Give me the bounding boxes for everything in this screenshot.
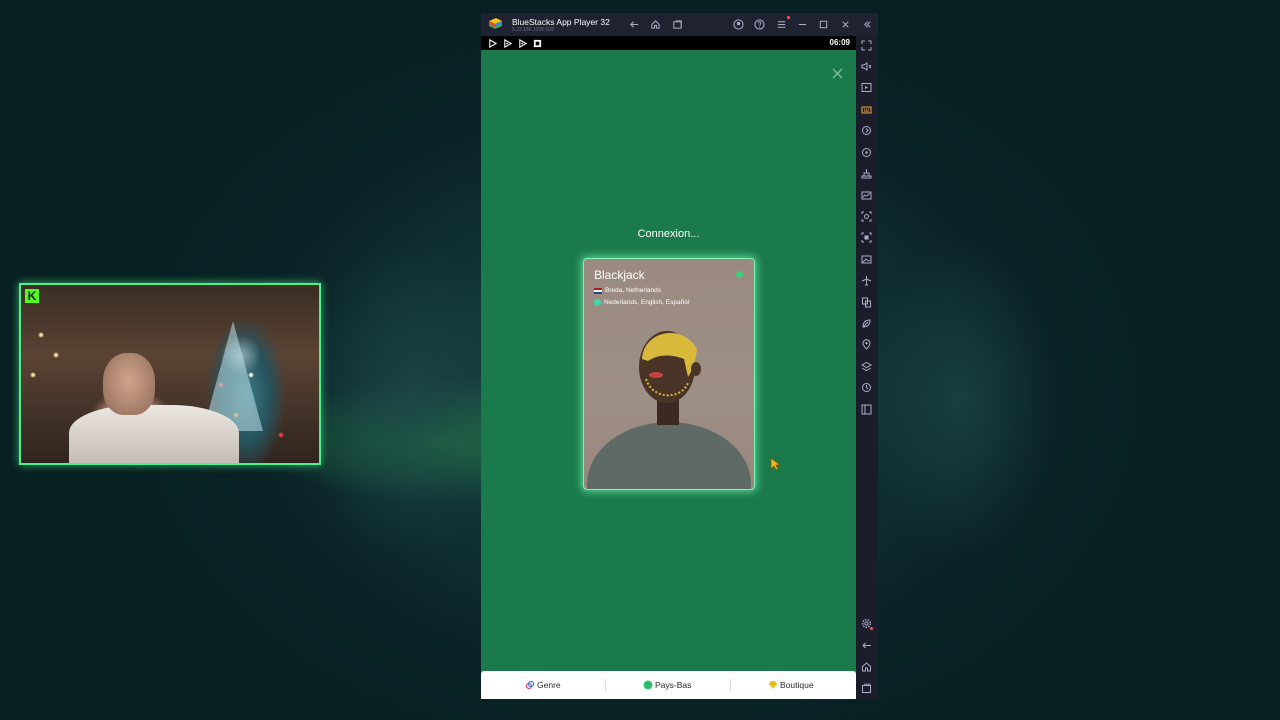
- title-bar: BlueStacks App Player 32 5.22.150.1026 N…: [481, 13, 878, 36]
- sync-icon[interactable]: [861, 147, 872, 158]
- card-location: Breda, Netherlands: [594, 287, 661, 294]
- account-icon[interactable]: [731, 17, 745, 31]
- streamer-body: [69, 405, 239, 463]
- eco-mode-icon[interactable]: [861, 318, 872, 329]
- close-icon[interactable]: [831, 67, 844, 80]
- screenshot-icon[interactable]: [861, 211, 872, 222]
- nav-divider: [605, 679, 606, 691]
- volume-icon[interactable]: [861, 61, 872, 72]
- home-icon[interactable]: [648, 17, 662, 31]
- notification-app-icon: [533, 39, 542, 48]
- home-icon[interactable]: [861, 661, 872, 672]
- macro-icon[interactable]: [861, 382, 872, 393]
- avatar-illustration: [587, 331, 751, 489]
- globe-icon: [643, 680, 653, 690]
- fullscreen-icon[interactable]: [861, 40, 872, 51]
- connecting-text: Connexion...: [637, 228, 700, 240]
- bluestacks-window: BlueStacks App Player 32 5.22.150.1026 N…: [481, 13, 878, 699]
- play-games-icon: [519, 39, 527, 48]
- bottom-navigation: Genre Pays-Bas Boutique: [481, 671, 856, 699]
- install-apk-icon[interactable]: [861, 168, 872, 179]
- menu-icon[interactable]: [774, 17, 788, 31]
- card-title: Blackjack: [594, 268, 645, 282]
- card-languages-text: Nederlands, English, Español: [604, 299, 690, 306]
- partner-card[interactable]: Blackjack Breda, Netherlands Nederlands,…: [583, 258, 755, 490]
- copy-icon[interactable]: [861, 297, 872, 308]
- back-icon[interactable]: [861, 640, 872, 651]
- media-folder-icon[interactable]: [861, 254, 872, 265]
- rotate-icon[interactable]: [861, 125, 872, 136]
- layers-icon[interactable]: [861, 361, 872, 372]
- close-icon[interactable]: [838, 17, 852, 31]
- mouse-cursor-icon: [770, 457, 780, 471]
- maximize-icon[interactable]: [816, 17, 830, 31]
- webcam-overlay: K: [19, 283, 321, 465]
- minimize-icon[interactable]: [795, 17, 809, 31]
- card-location-text: Breda, Netherlands: [605, 287, 662, 294]
- performance-icon[interactable]: [861, 190, 872, 201]
- language-icon: [594, 299, 601, 306]
- nav-genre-label: Genre: [537, 680, 561, 690]
- back-icon[interactable]: [627, 17, 641, 31]
- kick-logo: K: [25, 289, 39, 303]
- nav-country[interactable]: Pays-Bas: [643, 679, 691, 691]
- app-version: 5.22.150.1026 N32: [512, 27, 555, 33]
- recent-apps-icon[interactable]: [861, 683, 872, 694]
- sidebar-toggle-icon[interactable]: [861, 404, 872, 415]
- background-figure-right: [860, 240, 1060, 560]
- record-icon[interactable]: [861, 82, 872, 93]
- gem-icon: [769, 681, 777, 689]
- netherlands-flag-icon: [594, 287, 602, 294]
- bluestacks-logo-icon: [489, 18, 502, 29]
- location-icon[interactable]: [861, 339, 872, 350]
- collapse-sidebar-icon[interactable]: [860, 17, 874, 31]
- screen-capture-icon[interactable]: [861, 232, 872, 243]
- nav-shop[interactable]: Boutique: [768, 679, 814, 691]
- nav-shop-label: Boutique: [780, 680, 814, 690]
- app-title: BlueStacks App Player 32: [512, 17, 610, 27]
- nav-divider: [730, 679, 731, 691]
- online-indicator: [736, 271, 743, 278]
- game-screen[interactable]: Connexion... Blackjack Breda, Netherland…: [481, 50, 856, 699]
- card-languages: Nederlands, English, Español: [594, 299, 689, 306]
- notification-dot: [787, 16, 790, 19]
- nav-country-label: Pays-Bas: [655, 680, 692, 690]
- gender-icon: [525, 680, 535, 690]
- airplane-mode-icon[interactable]: [861, 275, 872, 286]
- help-icon[interactable]: [752, 17, 766, 31]
- android-status-bar: 06:09: [481, 36, 856, 50]
- bluestacks-sidebar: [856, 36, 878, 699]
- notification-dot: [870, 627, 873, 630]
- streamer-head: [103, 353, 155, 415]
- status-time: 06:09: [829, 38, 850, 47]
- play-games-icon: [504, 39, 512, 48]
- multi-instance-icon[interactable]: [670, 17, 684, 31]
- nav-genre[interactable]: Genre: [525, 679, 561, 691]
- keyboard-icon[interactable]: [861, 104, 872, 115]
- play-store-icon: [489, 39, 497, 48]
